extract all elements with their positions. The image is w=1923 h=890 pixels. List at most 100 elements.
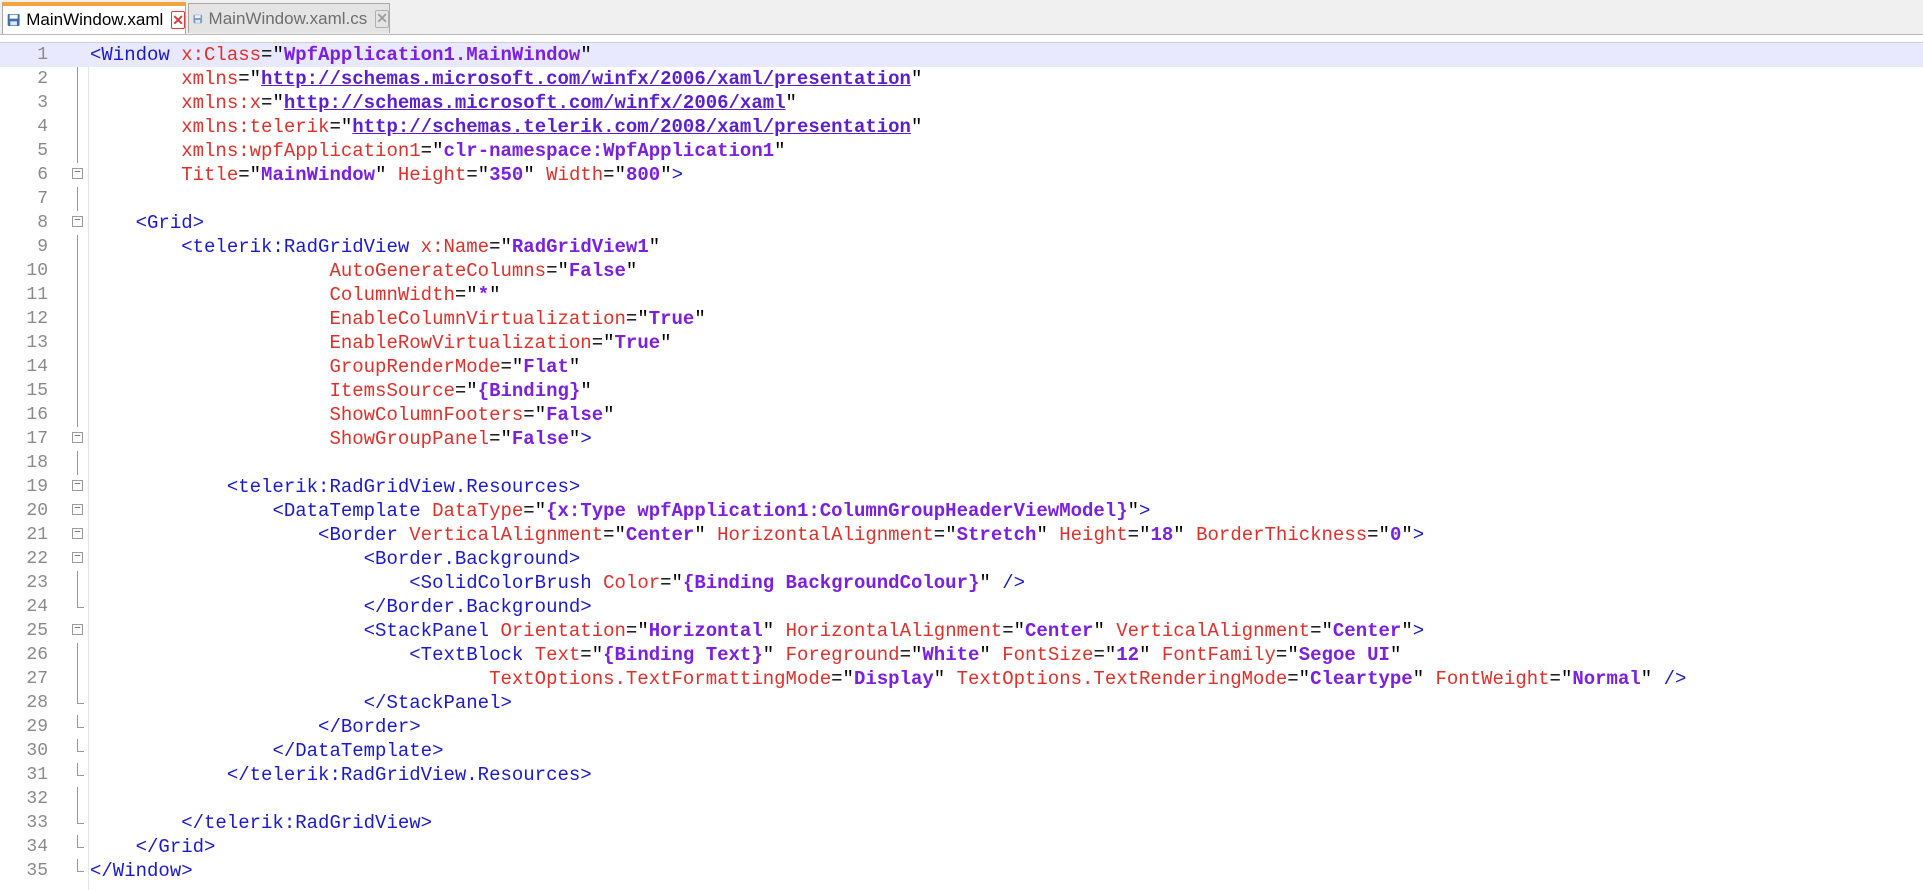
line-number: 2 [37,69,48,89]
token-eq: = [591,332,604,354]
code-line[interactable]: 8 − <Grid> [0,211,1923,235]
fold-collapse-icon[interactable]: − [72,504,83,515]
fold-collapse-icon[interactable]: − [72,528,83,539]
code-line[interactable]: 30 </DataTemplate> [0,739,1923,763]
token-val: RadGridView1 [511,236,649,258]
code-line[interactable]: 24 </Border.Background> [0,595,1923,619]
token-q: " [625,260,638,282]
code-line[interactable]: 31 </telerik:RadGridView.Resources> [0,763,1923,787]
code-text: </Border> [90,715,421,739]
code-text: xmlns:telerik="http://schemas.telerik.co… [90,115,922,139]
code-line[interactable]: 15 ItemsSource="{Binding}" [0,379,1923,403]
code-line[interactable]: 19 − <telerik:RadGridView.Resources> [0,475,1923,499]
token-tag: > [671,164,684,186]
code-line[interactable]: 18 [0,451,1923,475]
token-q: " [534,500,547,522]
close-icon[interactable]: ✕ [171,11,185,29]
fold-collapse-icon[interactable]: − [72,552,83,563]
fold-collapse-icon[interactable]: − [72,624,83,635]
code-line[interactable]: 5 xmlns:wpfApplication1="clr-namespace:W… [0,139,1923,163]
token-q: " [910,68,923,90]
tab-mainwindow-xaml-cs[interactable]: MainWindow.xaml.cs ✕ [188,3,390,33]
token-eq: = [489,428,501,450]
code-line[interactable]: 13 EnableRowVirtualization="True" [0,331,1923,355]
code-text: ShowColumnFooters="False" [90,403,614,427]
fold-end-marker [77,595,84,608]
token-tag: <telerik:RadGridView [181,236,421,258]
code-editor[interactable]: 1 <Window x:Class="WpfApplication1.MainWi… [0,42,1923,890]
code-line[interactable]: 11 ColumnWidth="*" [0,283,1923,307]
code-line[interactable]: 10 AutoGenerateColumns="False" [0,259,1923,283]
code-line[interactable]: 12 EnableColumnVirtualization="True" [0,307,1923,331]
token-q: " [1640,668,1664,690]
code-text: <Border.Background> [90,547,581,571]
token-attr: TextOptions.TextFormattingMode [489,668,832,690]
code-line[interactable]: 35 </Window> [0,859,1923,883]
token-q: " [785,92,797,114]
code-line[interactable]: 9 <telerik:RadGridView x:Name="RadGridVi… [0,235,1923,259]
token-eq: = [523,500,535,522]
code-line[interactable]: 28 </StackPanel> [0,691,1923,715]
token-url[interactable]: http://schemas.telerik.com/2008/xaml/pre… [352,116,911,138]
token-tag: </StackPanel> [363,692,512,714]
code-line[interactable]: 22 − <Border.Background> [0,547,1923,571]
code-line[interactable]: 14 GroupRenderMode="Flat" [0,355,1923,379]
token-q: " [762,644,786,666]
token-eq: = [238,68,250,90]
fold-collapse-icon[interactable]: − [72,480,83,491]
code-text: </Border.Background> [90,595,592,619]
fold-guide [77,115,78,139]
fold-end-marker [77,859,84,872]
code-line[interactable]: 29 </Border> [0,715,1923,739]
code-line[interactable]: 3 xmlns:x="http://schemas.microsoft.com/… [0,91,1923,115]
code-line[interactable]: 1 <Window x:Class="WpfApplication1.MainWi… [0,43,1923,67]
token-tag: <DataTemplate [272,500,433,522]
token-tag: <Grid> [135,212,205,234]
code-line[interactable]: 33 </telerik:RadGridView> [0,811,1923,835]
token-q: " [979,572,1003,594]
token-attr: VerticalAlignment [1116,620,1311,642]
code-line[interactable]: 34 </Grid> [0,835,1923,859]
token-val: False [568,260,626,282]
code-text: <Window x:Class="WpfApplication1.MainWin… [90,43,592,67]
token-q: " [500,428,512,450]
line-number: 24 [26,597,48,617]
token-tag: <Border.Background> [363,548,581,570]
line-number: 12 [26,309,48,329]
code-line[interactable]: 26 <TextBlock Text="{Binding Text}" Fore… [0,643,1923,667]
token-attr: Height [1059,524,1128,546]
code-line[interactable]: 17− ShowGroupPanel="False"> [0,427,1923,451]
token-val: Segoe UI [1298,644,1390,666]
code-line[interactable]: 25− <StackPanel Orientation="Horizontal"… [0,619,1923,643]
code-line[interactable]: 20− <DataTemplate DataType="{x:Type wpfA… [0,499,1923,523]
token-attr: AutoGenerateColumns [329,260,547,282]
code-line[interactable]: 6− Title="MainWindow" Height="350" Width… [0,163,1923,187]
code-line[interactable]: 2 xmlns="http://schemas.microsoft.com/wi… [0,67,1923,91]
code-line[interactable]: 16 ShowColumnFooters="False" [0,403,1923,427]
code-line[interactable]: 32 [0,787,1923,811]
code-line[interactable]: 7 [0,187,1923,211]
fold-end-marker [77,811,84,824]
tab-mainwindow-xaml[interactable]: MainWindow.xaml ✕ [2,2,186,34]
code-line[interactable]: 21− <Border VerticalAlignment="Center" H… [0,523,1923,547]
code-line[interactable]: 23 <SolidColorBrush Color="{Binding Back… [0,571,1923,595]
fold-collapse-icon[interactable]: − [72,168,83,179]
token-val: 12 [1116,644,1140,666]
token-q: " [466,284,478,306]
token-eq: = [603,164,615,186]
close-icon[interactable]: ✕ [375,9,389,28]
token-attr: GroupRenderMode [329,356,501,378]
fold-collapse-icon[interactable]: − [72,432,83,443]
line-number: 32 [26,789,48,809]
fold-guide [77,451,78,475]
fold-collapse-icon[interactable]: − [72,216,83,227]
token-eq: = [1287,668,1299,690]
code-line[interactable]: 4 xmlns:telerik="http://schemas.telerik.… [0,115,1923,139]
token-url[interactable]: http://schemas.microsoft.com/winfx/2006/… [261,68,911,90]
code-line[interactable]: 27 TextOptions.TextFormattingMode="Displ… [0,667,1923,691]
token-url[interactable]: http://schemas.microsoft.com/winfx/2006/… [284,92,786,114]
